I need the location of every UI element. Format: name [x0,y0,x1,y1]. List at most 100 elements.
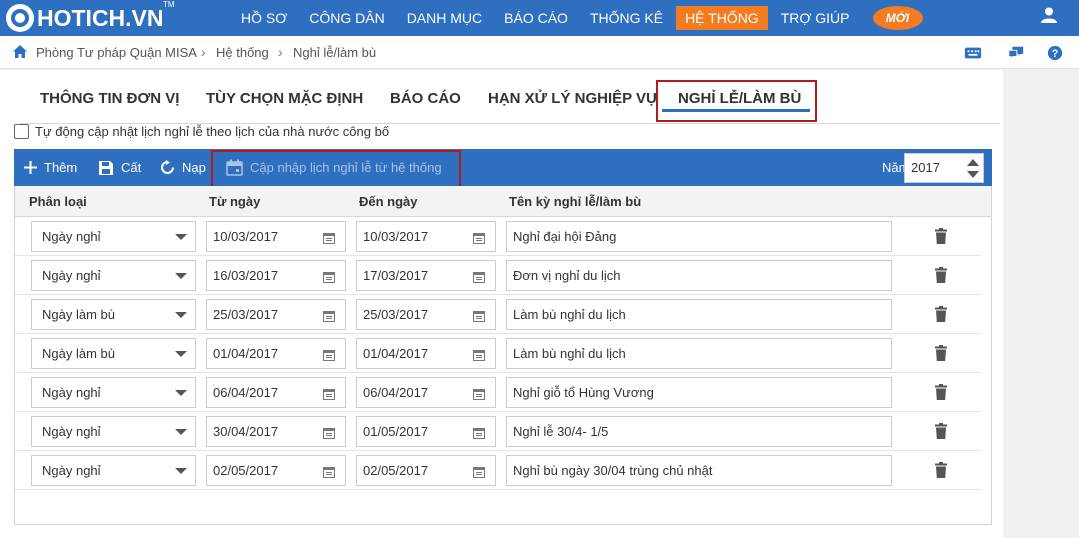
nav-danh-muc[interactable]: DANH MỤC [398,6,491,30]
trash-icon[interactable] [935,306,947,322]
to-date-input[interactable]: 25/03/2017 [356,299,496,330]
chevron-down-icon[interactable] [175,273,187,279]
nav-he-thong[interactable]: HỆ THỐNG [676,6,768,30]
to-date-input[interactable]: 02/05/2017 [356,455,496,486]
type-select[interactable]: Ngày nghỉ [31,416,196,447]
type-select[interactable]: Ngày nghỉ [31,377,196,408]
auto-update-label: Tự động cập nhật lịch nghỉ lễ theo lịch … [35,123,390,139]
year-spinner[interactable]: 2017 [904,153,984,183]
type-select[interactable]: Ngày nghỉ [31,221,196,252]
to-date-input[interactable]: 10/03/2017 [356,221,496,252]
auto-update-checkbox[interactable] [14,123,29,139]
tab-reports[interactable]: BÁO CÁO [390,90,461,107]
table-row: Ngày nghỉ 16/03/2017 17/03/2017 Đơn vị nghỉ… [15,256,981,295]
tab-default-options[interactable]: TÙY CHỌN MẶC ĐỊNH [206,90,363,107]
from-date-input[interactable]: 16/03/2017 [206,260,346,291]
spinner-up-icon[interactable] [967,159,979,166]
chevron-down-icon[interactable] [175,390,187,396]
tab-processing-deadline[interactable]: HẠN XỬ LÝ NGHIỆP VỤ [488,90,657,107]
floppy-disk-icon [98,160,114,176]
holiday-name-input[interactable]: Đơn vị nghỉ du lịch [506,260,892,291]
chevron-down-icon[interactable] [175,312,187,318]
keyboard-icon[interactable] [964,45,982,61]
home-icon[interactable] [12,44,28,60]
nav-thong-ke[interactable]: THỐNG KÊ [581,6,672,30]
holiday-name-input[interactable]: Nghỉ giỗ tổ Hùng Vương [506,377,892,408]
calendar-icon[interactable] [473,348,485,361]
spinner-down-icon[interactable] [967,171,979,178]
holiday-name-value: Nghỉ đại hội Đảng [513,229,617,244]
chevron-right-icon: › [201,44,206,60]
logo[interactable]: HOTICH.VN [6,3,164,33]
from-date-value: 30/04/2017 [213,424,279,439]
chevron-down-icon[interactable] [175,234,187,240]
calendar-icon[interactable] [323,387,335,400]
chevron-down-icon[interactable] [175,429,187,435]
to-date-input[interactable]: 17/03/2017 [356,260,496,291]
breadcrumb-item-unit[interactable]: Phòng Tư pháp Quận MISA [36,36,197,69]
trash-icon[interactable] [935,462,947,478]
type-select[interactable]: Ngày nghỉ [31,260,196,291]
trash-icon[interactable] [935,384,947,400]
from-date-value: 16/03/2017 [213,268,279,283]
breadcrumb-item-system[interactable]: Hệ thống [216,36,269,69]
calendar-icon[interactable] [473,231,485,244]
calendar-icon[interactable] [473,426,485,439]
from-date-input[interactable]: 06/04/2017 [206,377,346,408]
breadcrumb-bar: Phòng Tư pháp Quận MISA › Hệ thống › Ngh… [0,36,1079,69]
calendar-icon[interactable] [323,231,335,244]
add-button[interactable]: Thêm [24,149,77,186]
to-date-input[interactable]: 01/05/2017 [356,416,496,447]
holiday-name-input[interactable]: Nghỉ lễ 30/4- 1/5 [506,416,892,447]
nav-tro-giup[interactable]: TRỢ GIÚP [772,6,859,30]
chevron-down-icon[interactable] [175,351,187,357]
calendar-icon[interactable] [323,465,335,478]
type-select[interactable]: Ngày làm bù [31,299,196,330]
trash-icon[interactable] [935,228,947,244]
calendar-icon[interactable] [323,426,335,439]
calendar-icon[interactable] [473,309,485,322]
nav-cong-dan[interactable]: CÔNG DÂN [300,6,393,30]
year-value[interactable]: 2017 [911,154,940,182]
from-date-input[interactable]: 02/05/2017 [206,455,346,486]
holiday-name-input[interactable]: Nghỉ bù ngày 30/04 trùng chủ nhật [506,455,892,486]
reload-button-label: Nạp [182,160,206,175]
from-date-input[interactable]: 10/03/2017 [206,221,346,252]
save-button[interactable]: Cất [98,149,141,186]
save-button-label: Cất [121,160,142,175]
plus-icon [24,161,37,174]
calendar-icon[interactable] [473,270,485,283]
from-date-input[interactable]: 30/04/2017 [206,416,346,447]
settings-tabs: THÔNG TIN ĐƠN VỊ TÙY CHỌN MẶC ĐỊNH BÁO C… [20,80,1000,124]
type-select[interactable]: Ngày làm bù [31,338,196,369]
calendar-icon[interactable] [473,387,485,400]
holiday-name-input[interactable]: Nghỉ đại hội Đảng [506,221,892,252]
to-date-input[interactable]: 06/04/2017 [356,377,496,408]
type-select[interactable]: Ngày nghỉ [31,455,196,486]
calendar-icon[interactable] [323,348,335,361]
from-date-input[interactable]: 25/03/2017 [206,299,346,330]
help-icon[interactable]: ? [1046,45,1064,61]
tab-unit-info[interactable]: THÔNG TIN ĐƠN VỊ [40,90,179,107]
table-row: Ngày nghỉ 10/03/2017 10/03/2017 Nghỉ đại hộ… [15,217,981,256]
chat-icon[interactable] [1007,45,1025,61]
logo-text: HOTICH.VN [37,4,164,31]
from-date-input[interactable]: 01/04/2017 [206,338,346,369]
new-badge[interactable]: MỚI [872,6,923,30]
from-date-value: 02/05/2017 [213,463,279,478]
trash-icon[interactable] [935,345,947,361]
calendar-icon[interactable] [473,465,485,478]
calendar-icon[interactable] [323,270,335,283]
reload-button[interactable]: Nạp [160,149,206,186]
trash-icon[interactable] [935,423,947,439]
holiday-name-input[interactable]: Làm bù nghỉ du lịch [506,338,892,369]
trash-icon[interactable] [935,267,947,283]
user-icon[interactable] [1040,6,1058,24]
to-date-input[interactable]: 01/04/2017 [356,338,496,369]
calendar-icon[interactable] [323,309,335,322]
nav-bao-cao[interactable]: BÁO CÁO [495,6,577,30]
nav-ho-so[interactable]: HỒ SƠ [232,6,296,30]
chevron-down-icon[interactable] [175,468,187,474]
to-date-value: 01/05/2017 [363,424,429,439]
holiday-name-input[interactable]: Làm bù nghỉ du lịch [506,299,892,330]
